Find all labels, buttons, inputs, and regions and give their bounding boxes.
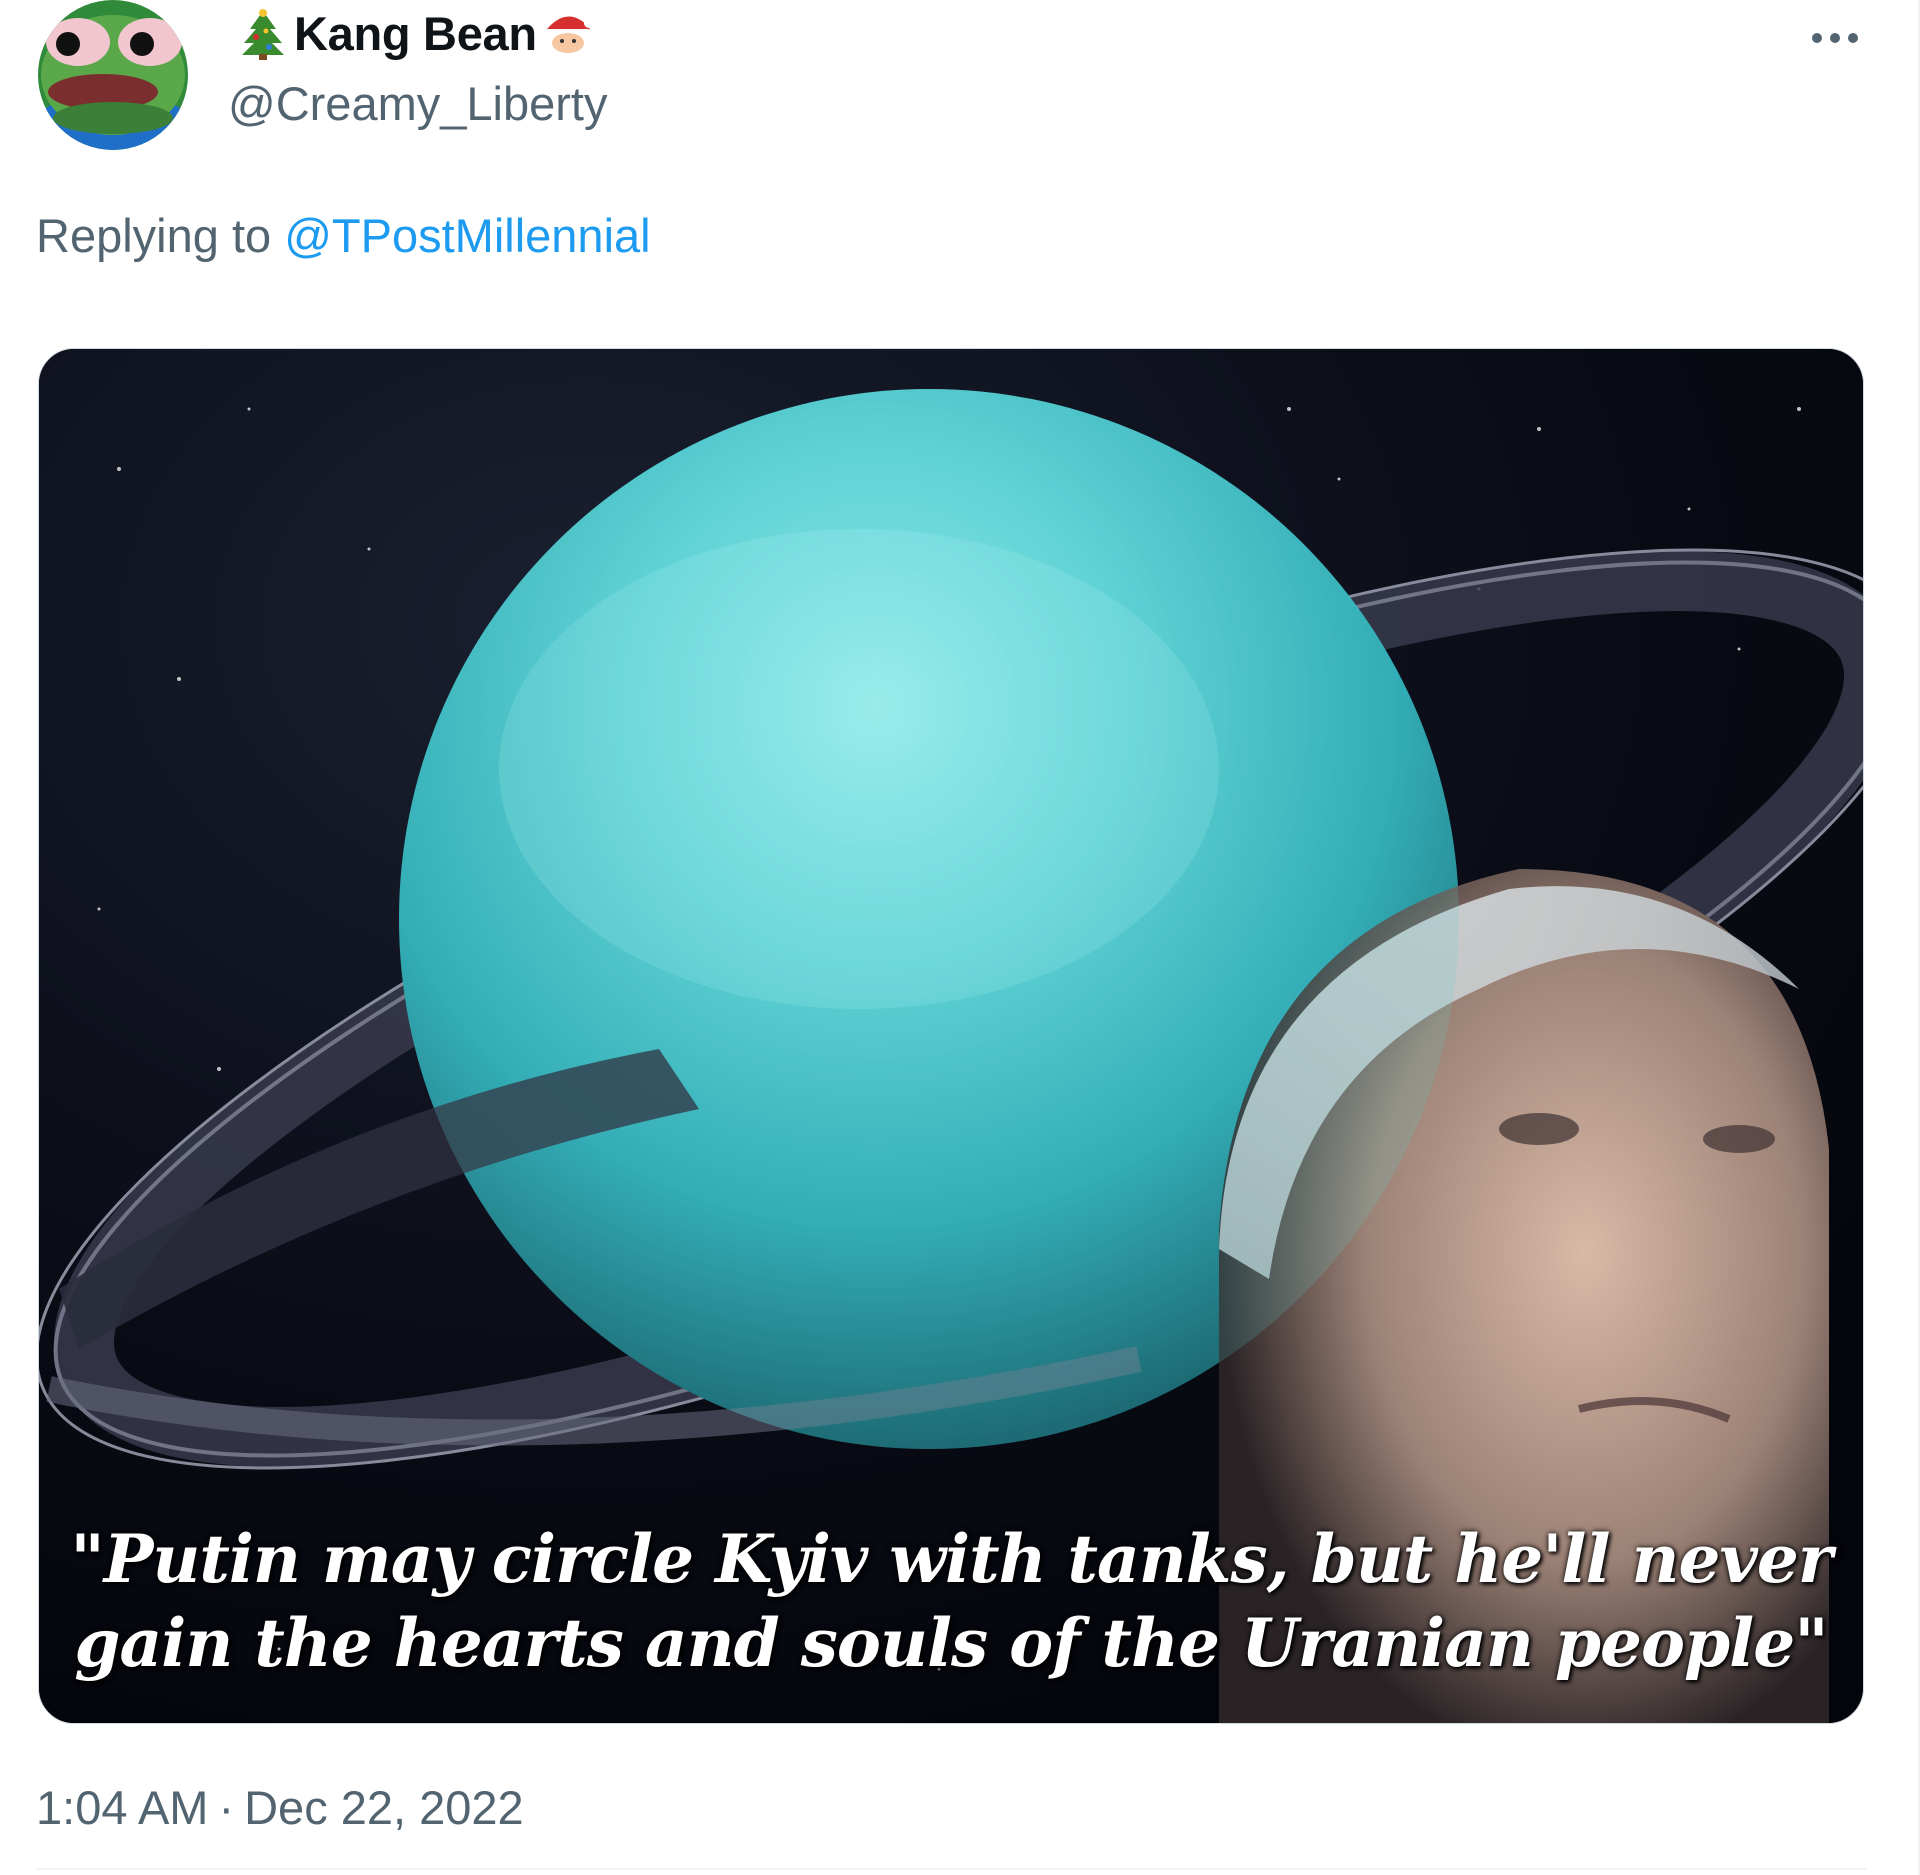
meme-caption: "Putin may circle Kyiv with tanks, but h… — [39, 1517, 1863, 1685]
tweet-timestamp[interactable]: 1:04 AM · Dec 22, 2022 — [36, 1780, 524, 1835]
tweet-time: 1:04 AM — [36, 1781, 209, 1834]
christmas-tree-icon — [236, 7, 290, 61]
santa-claus-icon — [541, 7, 595, 61]
more-horizontal-icon — [1812, 33, 1858, 43]
meme-caption-line-2: gain the hearts and souls of the Uranian… — [74, 1604, 1828, 1682]
author-handle[interactable]: @Creamy_Liberty — [228, 76, 607, 131]
author-display-name: Kang Bean — [294, 7, 537, 60]
divider — [36, 1868, 1866, 1870]
tweet: Kang Bean @Creamy_Liberty Replying to @T… — [0, 0, 1918, 1875]
reply-mention-link[interactable]: @TPostMillennial — [284, 209, 650, 262]
tweet-date: Dec 22, 2022 — [244, 1781, 524, 1834]
replying-to-label: Replying to — [36, 209, 272, 262]
author-name-row[interactable]: Kang Bean — [236, 6, 595, 61]
frog-avatar-icon[interactable] — [38, 0, 188, 150]
more-options-button[interactable] — [1800, 18, 1870, 58]
meme-caption-line-1: "Putin may circle Kyiv with tanks, but h… — [70, 1520, 1832, 1598]
tweet-media-image[interactable]: "Putin may circle Kyiv with tanks, but h… — [38, 348, 1864, 1724]
timestamp-separator: · — [218, 1781, 235, 1834]
replying-to-line: Replying to @TPostMillennial — [36, 208, 651, 263]
